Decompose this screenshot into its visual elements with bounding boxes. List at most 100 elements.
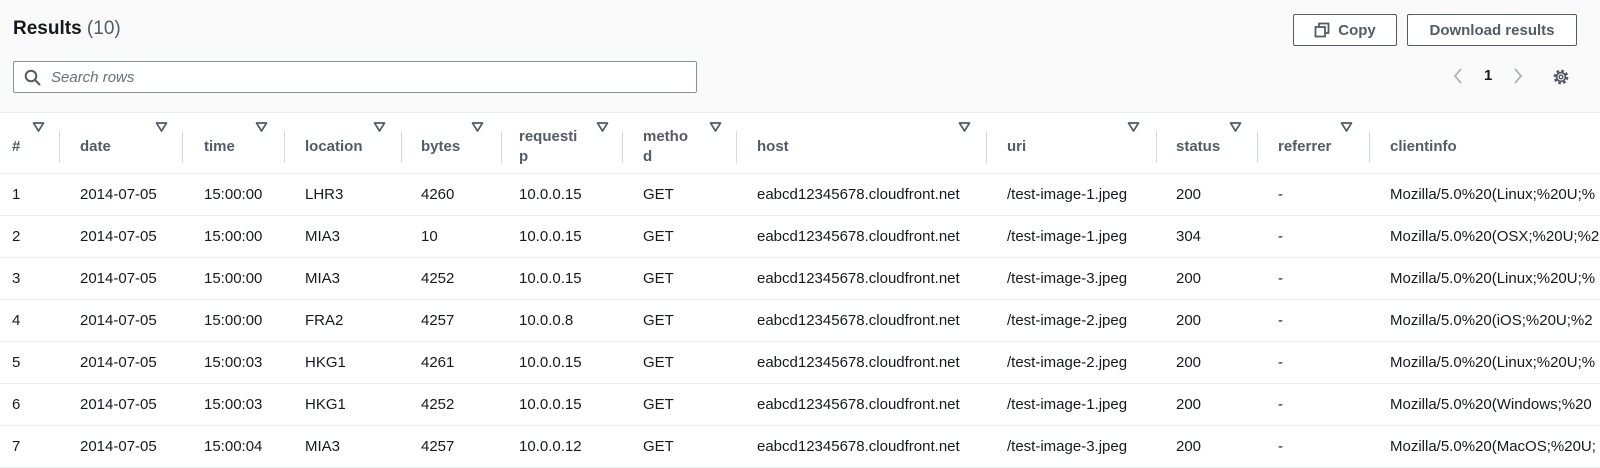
cell-date: 2014-07-05 xyxy=(80,270,157,287)
column-header-host[interactable]: host xyxy=(757,120,789,173)
cell-requestip: 10.0.0.8 xyxy=(519,312,574,329)
column-header-status[interactable]: status xyxy=(1176,120,1220,173)
cell-time: 15:00:04 xyxy=(204,438,263,455)
table-row[interactable]: 2 2014-07-05 15:00:00 MIA3 10 10.0.0.15 GET eab… xyxy=(0,216,1600,258)
sort-descending-icon[interactable] xyxy=(373,120,386,138)
cell-number: 2 xyxy=(12,228,21,245)
table-row[interactable]: 3 2014-07-05 15:00:00 MIA3 4252 10.0.0.15 GET e… xyxy=(0,258,1600,300)
cell-bytes: 4257 xyxy=(421,312,455,329)
sort-descending-icon[interactable] xyxy=(709,120,722,138)
results-title: Results (10) xyxy=(13,18,121,40)
previous-page-icon[interactable] xyxy=(1452,67,1464,90)
column-header-label: requesti p xyxy=(519,127,578,165)
column-resize-handle[interactable] xyxy=(284,131,285,163)
results-header: Results (10) Copy Download results 1 xyxy=(0,0,1600,113)
table-row[interactable]: 5 2014-07-05 15:00:03 HKG1 4261 10.0.0.15 GET e… xyxy=(0,342,1600,384)
cell-status: 200 xyxy=(1176,312,1202,329)
sort-descending-icon[interactable] xyxy=(1229,120,1242,138)
cell-host: eabcd12345678.cloudfront.net xyxy=(757,396,960,413)
column-resize-handle[interactable] xyxy=(401,131,402,163)
cell-clientinfo: Mozilla/5.0%20(OSX;%20U;%2 xyxy=(1390,228,1600,245)
search-icon xyxy=(24,69,41,86)
cell-method: GET xyxy=(643,396,674,413)
cell-clientinfo: Mozilla/5.0%20(Linux;%20U;% xyxy=(1390,270,1596,287)
table-row[interactable]: 4 2014-07-05 15:00:00 FRA2 4257 10.0.0.8 GET ea… xyxy=(0,300,1600,342)
cell-status: 200 xyxy=(1176,438,1202,455)
table-row[interactable]: 7 2014-07-05 15:00:04 MIA3 4257 10.0.0.12 GET e… xyxy=(0,426,1600,468)
sort-descending-icon[interactable] xyxy=(255,120,268,138)
column-header-referrer[interactable]: referrer xyxy=(1278,120,1331,173)
column-resize-handle[interactable] xyxy=(1369,131,1370,163)
cell-clientinfo: Mozilla/5.0%20(iOS;%20U;%2 xyxy=(1390,312,1593,329)
cell-method: GET xyxy=(643,270,674,287)
column-header-clientinfo[interactable]: clientinfo xyxy=(1390,120,1457,173)
cell-date: 2014-07-05 xyxy=(80,186,157,203)
cell-uri: /test-image-3.jpeg xyxy=(1007,438,1128,455)
cell-host: eabcd12345678.cloudfront.net xyxy=(757,312,960,329)
cell-number: 4 xyxy=(12,312,21,329)
download-results-button[interactable]: Download results xyxy=(1407,14,1577,46)
cell-location: HKG1 xyxy=(305,396,346,413)
sort-descending-icon[interactable] xyxy=(958,120,971,138)
copy-button[interactable]: Copy xyxy=(1293,14,1397,46)
column-header-uri[interactable]: uri xyxy=(1007,120,1026,173)
column-header-time[interactable]: time xyxy=(204,120,235,173)
column-header-number[interactable]: # xyxy=(12,120,20,173)
cell-time: 15:00:00 xyxy=(204,312,263,329)
cell-host: eabcd12345678.cloudfront.net xyxy=(757,228,960,245)
cell-requestip: 10.0.0.15 xyxy=(519,186,582,203)
column-resize-handle[interactable] xyxy=(59,131,60,163)
table-row[interactable]: 6 2014-07-05 15:00:03 HKG1 4252 10.0.0.15 GET e… xyxy=(0,384,1600,426)
cell-location: HKG1 xyxy=(305,354,346,371)
sort-descending-icon[interactable] xyxy=(155,120,168,138)
search-rows-field[interactable] xyxy=(13,61,697,93)
column-header-label: clientinfo xyxy=(1390,137,1457,155)
cell-status: 200 xyxy=(1176,396,1202,413)
cell-number: 1 xyxy=(12,186,21,203)
column-header-label: bytes xyxy=(421,137,461,155)
cell-status: 200 xyxy=(1176,186,1202,203)
cell-method: GET xyxy=(643,438,674,455)
cell-time: 15:00:00 xyxy=(204,270,263,287)
column-header-method[interactable]: metho d xyxy=(643,120,688,173)
next-page-icon[interactable] xyxy=(1512,67,1524,90)
copy-button-label: Copy xyxy=(1338,21,1376,39)
sort-descending-icon[interactable] xyxy=(1340,120,1353,138)
gear-icon[interactable] xyxy=(1552,68,1570,91)
column-resize-handle[interactable] xyxy=(182,131,183,163)
cell-number: 3 xyxy=(12,270,21,287)
column-resize-handle[interactable] xyxy=(1257,131,1258,163)
cell-referrer: - xyxy=(1278,312,1283,329)
sort-descending-icon[interactable] xyxy=(32,120,45,138)
cell-status: 200 xyxy=(1176,270,1202,287)
cell-requestip: 10.0.0.15 xyxy=(519,354,582,371)
column-resize-handle[interactable] xyxy=(622,131,623,163)
cell-number: 6 xyxy=(12,396,21,413)
current-page-number[interactable]: 1 xyxy=(1484,67,1492,84)
cell-location: MIA3 xyxy=(305,270,341,287)
sort-descending-icon[interactable] xyxy=(1127,120,1140,138)
cell-uri: /test-image-2.jpeg xyxy=(1007,312,1128,329)
cell-host: eabcd12345678.cloudfront.net xyxy=(757,270,960,287)
column-header-label: referrer xyxy=(1278,137,1332,155)
column-resize-handle[interactable] xyxy=(986,131,987,163)
cell-number: 7 xyxy=(12,438,21,455)
search-rows-input[interactable] xyxy=(49,67,673,87)
cell-uri: /test-image-1.jpeg xyxy=(1007,186,1128,203)
column-header-bytes[interactable]: bytes xyxy=(421,120,460,173)
table-row[interactable]: 1 2014-07-05 15:00:00 LHR3 4260 10.0.0.15 GET e… xyxy=(0,174,1600,216)
sort-descending-icon[interactable] xyxy=(471,120,484,138)
column-header-label: date xyxy=(80,137,111,155)
sort-descending-icon[interactable] xyxy=(596,120,609,138)
column-header-requestip[interactable]: requesti p xyxy=(519,120,577,173)
column-header-location[interactable]: location xyxy=(305,120,363,173)
column-resize-handle[interactable] xyxy=(501,131,502,163)
cell-referrer: - xyxy=(1278,270,1283,287)
column-resize-handle[interactable] xyxy=(1156,131,1157,163)
cell-time: 15:00:00 xyxy=(204,228,263,245)
cell-bytes: 4261 xyxy=(421,354,455,371)
column-header-label: metho d xyxy=(643,127,688,165)
column-resize-handle[interactable] xyxy=(736,131,737,163)
cell-uri: /test-image-1.jpeg xyxy=(1007,228,1128,245)
column-header-date[interactable]: date xyxy=(80,120,111,173)
